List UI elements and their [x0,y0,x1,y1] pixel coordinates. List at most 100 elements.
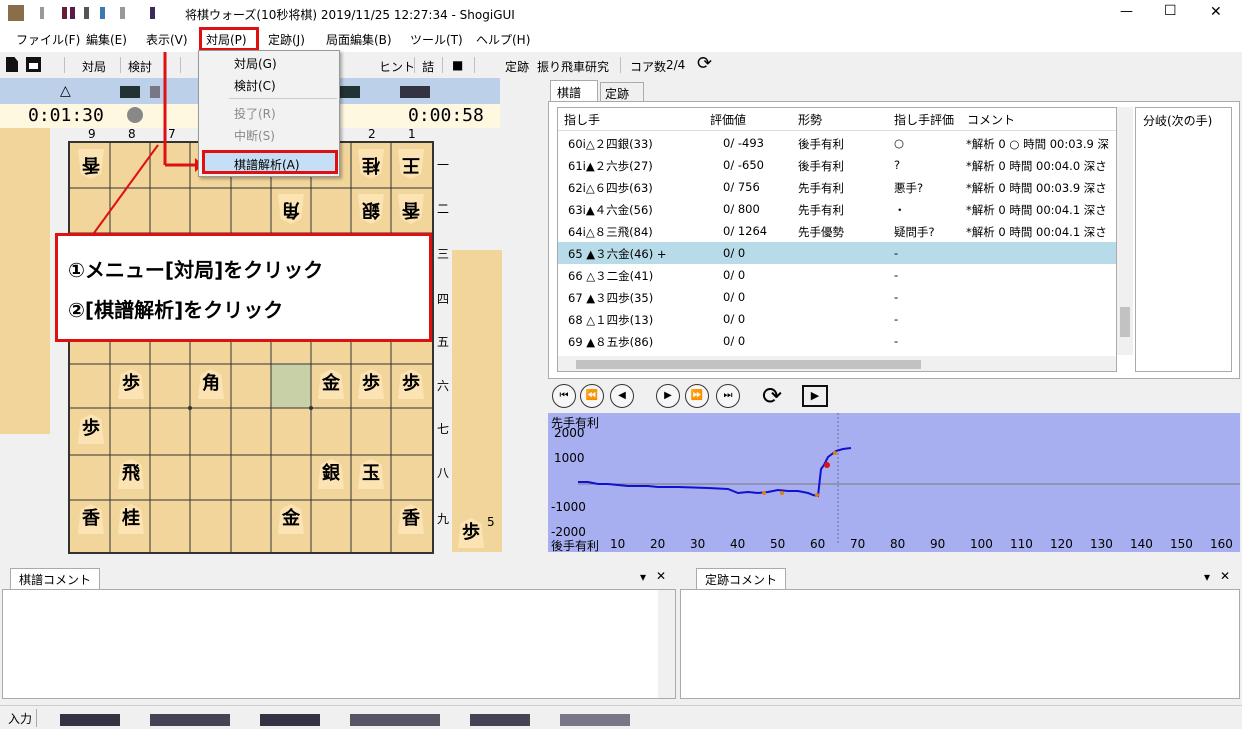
tab-joseki[interactable]: 定跡 [600,82,644,102]
joseki-comment-dropdown-icon[interactable]: ▾ [1204,570,1210,584]
toolbar-joseki[interactable]: 定跡 [505,58,529,75]
kifu-row[interactable]: 66 △３二金(41) 0/ 0 - [558,264,1116,286]
sente-mark: △ [60,83,71,99]
core-value: 2/4 [666,58,686,72]
kifu-cell-move-eval: ? [894,158,901,172]
kifu-row[interactable]: 68 △１四歩(13) 0/ 0 - [558,308,1116,330]
header-situation[interactable]: 形勢 [798,111,822,128]
kifu-cell-situation: 先手優勢 [798,225,844,239]
kifu-cell-move: 62i△６四歩(63) [568,181,653,195]
kifu-cell-move-eval: ○ [894,136,905,150]
kifu-row[interactable]: 60i△２四銀(33) 0/ -493 後手有利 ○ *解析 0 ○ 時間 00:03.… [558,132,1116,154]
kifu-cell-move-eval: - [894,334,899,348]
kifu-row[interactable]: 61i▲２六歩(27) 0/ -650 後手有利? *解析 0 時間 00:04.0 … [558,154,1116,176]
menu-item-play[interactable]: 対局(G) [234,55,277,72]
time-left: 0:01:30 [28,105,104,126]
kifu-row[interactable]: 62i△６四歩(63) 0/ 756 先手有利 悪手? *解析 0 時間 00:03.9… [558,176,1116,198]
header-eval[interactable]: 評価値 [710,111,746,128]
forward-fast-icon[interactable]: ⏩ [685,384,709,408]
kifu-row[interactable]: 65 ▲３六金(46) + 0/ 0 - [558,242,1116,264]
graph-bottom-label: 後手有利 [551,539,600,553]
menu-edit[interactable]: 編集(E) [86,31,127,48]
kifu-comment-textarea[interactable] [2,589,676,699]
toolbar-taikyoku[interactable]: 対局 [82,58,106,75]
kifu-cell-situation: 先手有利 [798,181,844,195]
kifu-cell-eval: 0/ 0 [723,268,746,282]
kifu-list[interactable]: 指し手 評価値 形勢 指し手評価 コメント 60i△２四銀(33) 0/ -493… [557,107,1117,372]
joseki-comment-textarea[interactable] [680,589,1240,699]
file-7: 7 [168,127,176,141]
save-icon[interactable] [26,57,41,72]
branch-pane: 分岐(次の手) [1135,107,1232,372]
menu-joseki[interactable]: 定跡(J) [268,31,305,48]
play-icon[interactable]: ▶ [802,385,828,407]
forward-icon[interactable]: ▶ [656,384,680,408]
x-tick: 150 [1170,537,1193,551]
rank-1: 一 [437,158,450,172]
toolbar-stop[interactable]: ■ [452,58,463,72]
menu-item-kifu-analysis-label: 棋譜解析(A) [234,158,300,172]
kifu-row[interactable]: 63i▲４六金(56) 0/ 800 先手有利 ・ *解析 0 時間 00:04.1 深… [558,198,1116,220]
first-move-icon[interactable]: ⏮ [552,384,576,408]
x-tick: 30 [690,537,706,551]
menu-position-edit[interactable]: 局面編集(B) [326,31,392,48]
rank-8: 八 [437,466,450,480]
x-tick: 100 [970,537,993,551]
time-right: 0:00:58 [408,105,484,126]
callout-line-1: ①メニュー[対局]をクリック [68,258,324,282]
menu-tools[interactable]: ツール(T) [410,31,463,48]
rank-7: 七 [437,422,450,436]
menu-help[interactable]: ヘルプ(H) [476,31,530,48]
evaluation-graph[interactable]: 先手有利 後手有利 2000 1000 -1000 -2000 10 20 30 40… [548,413,1240,553]
new-file-icon[interactable] [6,57,18,72]
rank-6: 六 [437,379,450,393]
header-comment[interactable]: コメント [967,111,1015,128]
header-move[interactable]: 指し手 [564,111,600,128]
menu-view[interactable]: 表示(V) [146,31,188,48]
toolbar-tsume[interactable]: 詰 [422,58,434,75]
vertical-scrollbar[interactable] [1117,107,1133,355]
kifu-cell-move: 67 ▲３四歩(35) [568,291,654,305]
kifu-cell-move: 69 ▲８五歩(86) [568,335,654,349]
joseki-comment-close-icon[interactable]: ✕ [1220,569,1230,583]
kifu-cell-move: 63i▲４六金(56) [568,203,653,217]
back-fast-icon[interactable]: ⏪ [580,384,604,408]
kifu-row[interactable]: 67 ▲３四歩(35) 0/ 0 - [558,286,1116,308]
refresh-icon[interactable]: ⟳ [697,53,712,74]
app-icon [8,5,24,21]
kifu-cell-eval: 0/ -650 [723,158,764,172]
maximize-button[interactable]: ☐ [1164,3,1177,19]
kifu-row[interactable]: 64i△８三飛(84) 0/ 1264 先手優勢 疑問手? *解析 0 時間 00:04… [558,220,1116,242]
kifu-cell-comment: *解析 0 ○ 時間 00:03.9 深 [966,137,1109,151]
x-tick: 140 [1130,537,1153,551]
x-tick: 70 [850,537,866,551]
tab-kifu-comment[interactable]: 棋譜コメント [10,568,101,590]
x-tick: 80 [890,537,906,551]
tab-joseki-comment[interactable]: 定跡コメント [696,568,787,590]
status-bar: 入力 [0,705,1242,729]
x-tick: 130 [1090,537,1113,551]
last-move-icon[interactable]: ⏭ [716,384,740,408]
file-9: 9 [88,127,96,141]
tab-kifu[interactable]: 棋譜 [550,80,598,102]
minimize-button[interactable]: — [1120,4,1133,19]
x-tick: 10 [610,537,626,551]
kifu-comment-close-icon[interactable]: ✕ [656,569,666,583]
toolbar-kento[interactable]: 検討 [128,58,152,75]
kifu-cell-eval: 0/ 0 [723,312,746,326]
reverse-board-icon[interactable]: ⟳ [762,382,782,410]
header-move-eval[interactable]: 指し手評価 [894,111,954,128]
kifu-comment-dropdown-icon[interactable]: ▾ [640,570,646,584]
joseki-name[interactable]: 振り飛車研究 [537,58,609,75]
kifu-row[interactable]: 69 ▲８五歩(86) 0/ 0 - [558,330,1116,352]
back-icon[interactable]: ◀ [610,384,634,408]
horizontal-scrollbar[interactable] [558,356,1116,371]
close-button[interactable]: ✕ [1210,4,1222,20]
toolbar-hint[interactable]: ヒント [379,58,415,75]
tab-joseki-label: 定跡 [605,87,630,101]
menu-item-kifu-analysis[interactable]: 棋譜解析(A) [202,150,338,174]
kifu-cell-comment: *解析 0 時間 00:04.0 深さ [966,159,1107,173]
kifu-cell-situation: 先手有利 [798,203,844,217]
menu-item-study[interactable]: 検討(C) [234,77,276,94]
menu-file[interactable]: ファイル(F) [16,31,80,48]
